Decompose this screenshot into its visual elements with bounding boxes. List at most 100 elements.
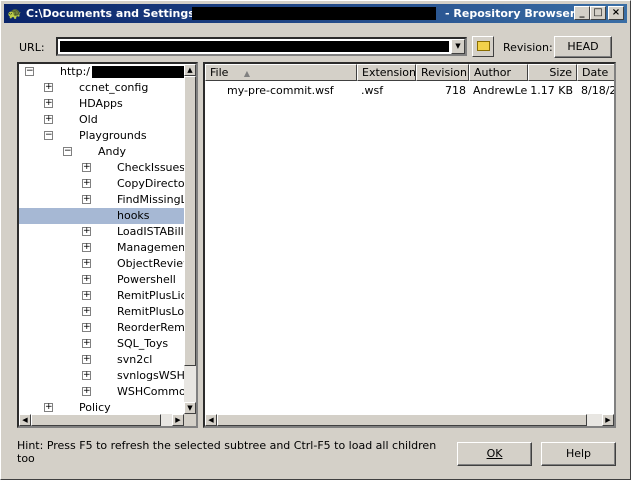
column-header-author[interactable]: Author <box>469 64 528 81</box>
tree-item[interactable]: + LoadISTABillin <box>19 224 194 240</box>
title-bar[interactable]: 🐢 C:\Documents and Settings\ - Repositor… <box>4 4 627 23</box>
column-header-extension[interactable]: Extension <box>357 64 416 81</box>
tree-item-label: Old <box>79 113 98 126</box>
repository-tree[interactable]: − http:/ + ccnet_config + HDApps + Old − Playgr… <box>17 62 198 428</box>
tree-item-label: CheckIssuesL <box>117 161 192 174</box>
tree-item-label: Powershell <box>117 273 176 286</box>
collapse-icon[interactable]: − <box>25 67 34 76</box>
tree-item[interactable]: + svnlogsWSH <box>19 368 185 384</box>
tree-item-label: ObjectReview <box>117 257 193 270</box>
tree-item[interactable]: − Andy <box>19 144 184 160</box>
sort-ascending-icon: ▲ <box>243 69 251 78</box>
tree-item[interactable]: + ReorderRemit <box>19 320 192 336</box>
expand-icon[interactable]: + <box>44 403 53 412</box>
ok-button-label: OK <box>486 447 503 460</box>
expand-icon[interactable]: + <box>82 179 91 188</box>
tree-item[interactable]: + Powershell <box>19 272 184 288</box>
window-title-path: C:\Documents and Settings\ <box>26 7 199 20</box>
tree-item[interactable]: + CopyDirectory <box>19 176 196 192</box>
expand-icon[interactable]: + <box>82 291 91 300</box>
tree-item[interactable]: + RemitPlusLoad <box>19 304 196 320</box>
maximize-button[interactable]: □ <box>590 6 606 20</box>
tree-horizontal-scrollbar[interactable]: ◀ ▶ <box>19 414 184 426</box>
column-header-date[interactable]: Date <box>577 64 614 81</box>
expand-icon[interactable]: + <box>44 99 53 108</box>
files-horizontal-scrollbar[interactable]: ◀ ▶ <box>205 414 614 426</box>
expand-icon[interactable]: + <box>44 115 53 124</box>
expand-icon[interactable]: + <box>82 371 91 380</box>
url-label: URL: <box>19 41 45 54</box>
expand-icon[interactable]: + <box>82 227 91 236</box>
collapse-icon[interactable]: − <box>63 147 72 156</box>
tree-item[interactable]: + ccnet_config <box>19 80 184 96</box>
tree-item-label: FindMissingLe <box>117 193 194 206</box>
files-hscroll-thumb[interactable] <box>217 414 587 426</box>
tree-item-label: ReorderRemit <box>117 321 193 334</box>
close-button[interactable]: × <box>608 6 624 20</box>
tree-item[interactable]: + WSHCommon <box>19 384 193 400</box>
scroll-right-icon[interactable]: ▶ <box>602 414 614 426</box>
tree-item[interactable]: + FindMissingLe <box>19 192 193 208</box>
tree-item-label: SQL_Toys <box>117 337 169 350</box>
tree-item-label: HDApps <box>79 97 123 110</box>
expand-icon[interactable]: + <box>82 259 91 268</box>
tree-item-label: svnlogsWSH <box>117 369 185 382</box>
chevron-down-icon[interactable]: ▼ <box>451 39 465 54</box>
browse-folder-button[interactable] <box>472 36 494 57</box>
tree-item-label: Andy <box>98 145 126 158</box>
tree-item[interactable]: + Old <box>19 112 184 128</box>
scroll-corner <box>184 414 196 426</box>
tree-item-label: Playgrounds <box>79 129 147 142</box>
tree-item[interactable]: + ObjectReview <box>19 256 192 272</box>
tree-vertical-scrollbar[interactable]: ▲ ▼ <box>184 64 196 414</box>
tree-item-label: hooks <box>117 209 150 222</box>
tree-item-label: WSHCommon <box>117 385 193 398</box>
expand-icon[interactable]: + <box>82 195 91 204</box>
collapse-icon[interactable]: − <box>44 131 53 140</box>
expand-icon[interactable]: + <box>82 163 91 172</box>
ok-button[interactable]: OK <box>457 442 532 466</box>
tree-scroll-thumb[interactable] <box>184 76 196 366</box>
expand-icon[interactable]: + <box>82 355 91 364</box>
file-extension: .wsf <box>361 84 384 97</box>
minimize-button[interactable]: _ <box>574 6 590 20</box>
column-header-file[interactable]: File ▲ <box>205 64 357 81</box>
expand-icon[interactable]: + <box>82 323 91 332</box>
tree-item[interactable]: + svn2cl <box>19 352 184 368</box>
tree-hscroll-thumb[interactable] <box>31 414 161 426</box>
revision-label: Revision: <box>503 41 553 54</box>
url-combobox[interactable]: ▼ <box>56 37 467 56</box>
tree-item-label: ccnet_config <box>79 81 149 94</box>
column-header-size[interactable]: Size <box>528 64 577 81</box>
file-list[interactable]: File ▲ Extension Revision Author Size Da… <box>203 62 616 428</box>
file-revision: 718 <box>445 84 466 97</box>
expand-icon[interactable]: + <box>44 83 53 92</box>
revision-head-button[interactable]: HEAD <box>554 36 612 58</box>
tree-item-label: Policy <box>79 401 111 414</box>
tree-item[interactable]: + ManagementS <box>19 240 196 256</box>
repository-browser-window: 🐢 C:\Documents and Settings\ - Repositor… <box>0 0 631 480</box>
tree-item[interactable]: − Playgrounds <box>19 128 184 144</box>
tree-item[interactable]: + RemitPlusLicer <box>19 288 196 304</box>
expand-icon[interactable]: + <box>82 339 91 348</box>
expand-icon[interactable]: + <box>82 387 91 396</box>
expand-icon[interactable]: + <box>82 243 91 252</box>
expand-icon[interactable]: + <box>82 275 91 284</box>
help-button[interactable]: Help <box>541 442 616 466</box>
scroll-up-icon[interactable]: ▲ <box>184 64 196 76</box>
column-header-revision[interactable]: Revision <box>416 64 469 81</box>
scroll-left-icon[interactable]: ◀ <box>19 414 31 426</box>
tree-item[interactable]: + CheckIssuesL <box>19 160 191 176</box>
tree-item-label: svn2cl <box>117 353 153 366</box>
redacted-username <box>192 7 436 20</box>
redacted-host <box>92 66 187 78</box>
tree-item[interactable]: + SQL_Toys <box>19 336 184 352</box>
tree-item-label: LoadISTABillin <box>117 225 194 238</box>
tree-item[interactable]: hooks <box>19 208 184 224</box>
scroll-left-icon[interactable]: ◀ <box>205 414 217 426</box>
tree-item[interactable]: + HDApps <box>19 96 184 112</box>
scroll-right-icon[interactable]: ▶ <box>172 414 184 426</box>
expand-icon[interactable]: + <box>82 307 91 316</box>
tree-item-root[interactable]: − http:/ <box>19 64 187 80</box>
scroll-down-icon[interactable]: ▼ <box>184 402 196 414</box>
